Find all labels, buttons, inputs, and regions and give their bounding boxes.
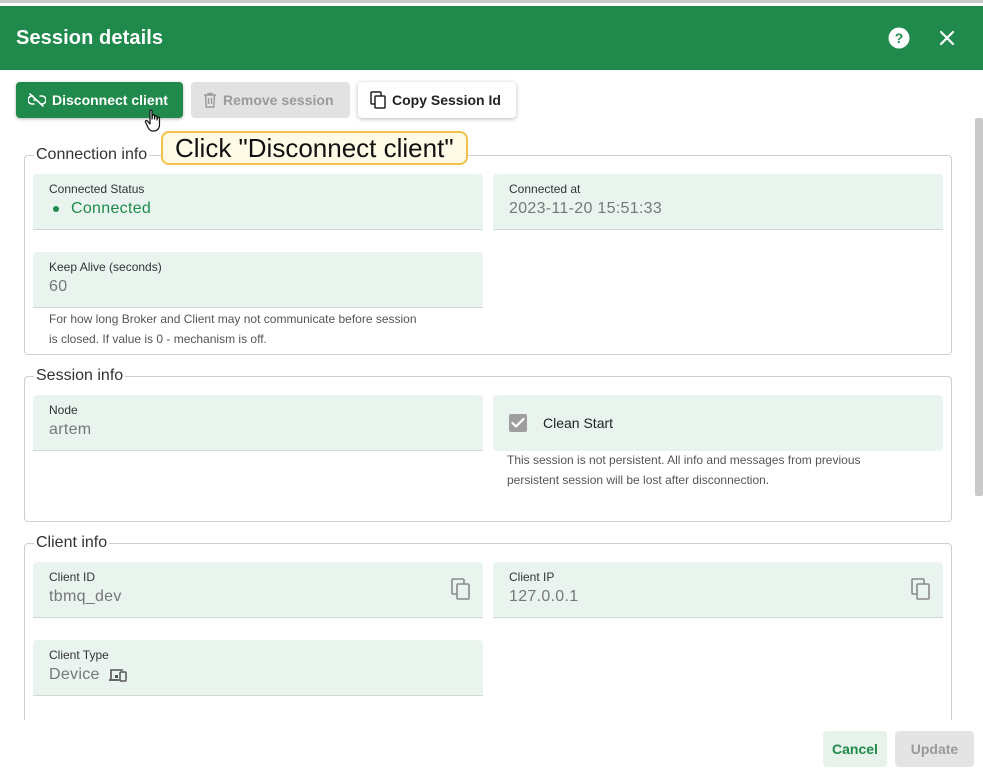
client-id-field: Client ID tbmq_dev bbox=[33, 562, 483, 618]
client-id-label: Client ID bbox=[49, 570, 96, 584]
status-dot-icon bbox=[53, 206, 59, 212]
copy-client-id-button[interactable] bbox=[451, 578, 471, 605]
connected-status-label: Connected Status bbox=[49, 182, 145, 196]
keep-alive-value: 60 bbox=[49, 278, 68, 295]
session-details-dialog: Session details ? Disconnect client Remo… bbox=[0, 0, 983, 772]
node-value: artem bbox=[49, 421, 92, 438]
close-button[interactable] bbox=[927, 18, 967, 58]
client-type-field: Client Type Device bbox=[33, 640, 483, 696]
remove-session-button[interactable]: Remove session bbox=[191, 82, 350, 118]
close-icon bbox=[939, 30, 955, 46]
devices-icon bbox=[108, 669, 127, 682]
keep-alive-field: Keep Alive (seconds) 60 bbox=[33, 252, 483, 308]
copy-session-id-label: Copy Session Id bbox=[392, 92, 501, 108]
keep-alive-label: Keep Alive (seconds) bbox=[49, 260, 162, 274]
update-button[interactable]: Update bbox=[895, 731, 974, 767]
link-off-icon bbox=[28, 93, 46, 107]
help-button[interactable]: ? bbox=[879, 18, 919, 58]
client-info-legend: Client info bbox=[36, 534, 108, 551]
copy-session-id-button[interactable]: Copy Session Id bbox=[358, 82, 516, 118]
trash-icon bbox=[204, 92, 216, 108]
client-id-value: tbmq_dev bbox=[49, 588, 122, 605]
node-label: Node bbox=[49, 403, 78, 417]
cancel-button[interactable]: Cancel bbox=[823, 731, 887, 767]
client-ip-value: 127.0.0.1 bbox=[509, 588, 579, 605]
connected-status-field: Connected Status Connected bbox=[33, 174, 483, 230]
dialog-footer: Cancel Update bbox=[0, 720, 983, 772]
instruction-callout: Click "Disconnect client" bbox=[161, 131, 468, 165]
copy-icon bbox=[370, 91, 386, 109]
connected-at-label: Connected at bbox=[509, 182, 581, 196]
keep-alive-hint: For how long Broker and Client may not c… bbox=[49, 312, 417, 346]
session-info-legend: Session info bbox=[36, 367, 124, 384]
connected-status-value: Connected bbox=[71, 200, 152, 217]
clean-start-hint: This session is not persistent. All info… bbox=[507, 453, 861, 487]
connected-at-field: Connected at 2023-11-20 15:51:33 bbox=[493, 174, 943, 230]
connection-info-legend: Connection info bbox=[36, 146, 148, 163]
client-ip-field: Client IP 127.0.0.1 bbox=[493, 562, 943, 618]
remove-session-label: Remove session bbox=[223, 92, 334, 108]
check-icon bbox=[511, 417, 525, 428]
dialog-content[interactable]: Connection info Connected Status Connect… bbox=[0, 118, 983, 720]
svg-text:?: ? bbox=[895, 30, 904, 46]
copy-icon bbox=[911, 578, 930, 600]
clean-start-label: Clean Start bbox=[543, 415, 614, 431]
session-toolbar: Disconnect client Remove session Copy Se… bbox=[16, 82, 516, 118]
content-scrollbar[interactable] bbox=[975, 118, 983, 496]
client-ip-label: Client IP bbox=[509, 570, 555, 584]
copy-client-ip-button[interactable] bbox=[911, 578, 931, 605]
clean-start-field: Clean Start bbox=[493, 395, 943, 451]
clean-start-checkbox[interactable] bbox=[509, 414, 527, 432]
node-field: Node artem bbox=[33, 395, 483, 451]
client-type-value: Device bbox=[49, 666, 100, 683]
dialog-title: Session details bbox=[16, 26, 164, 49]
client-type-label: Client Type bbox=[49, 648, 109, 662]
connected-at-value: 2023-11-20 15:51:33 bbox=[509, 200, 663, 217]
disconnect-client-label: Disconnect client bbox=[52, 92, 168, 108]
hand-pointer-icon bbox=[144, 109, 164, 138]
dialog-header: Session details ? bbox=[0, 6, 983, 70]
copy-icon bbox=[451, 578, 470, 600]
help-circle-icon: ? bbox=[888, 27, 910, 49]
